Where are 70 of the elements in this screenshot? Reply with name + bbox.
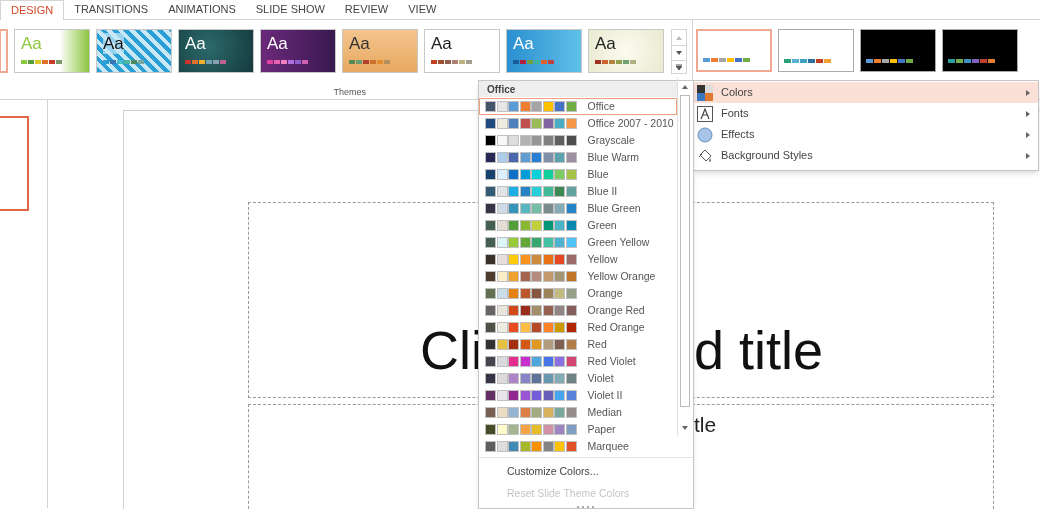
ribbon-tab[interactable]: SLIDE SHOW [245, 0, 335, 19]
theme-preview-text: Aa [267, 33, 288, 55]
color-scheme-item[interactable]: Orange Red [479, 302, 677, 319]
theme-thumbnail[interactable]: Aa [96, 29, 172, 73]
group-label: Themes [333, 85, 366, 99]
more-icon [676, 64, 683, 70]
color-scheme-item[interactable]: Violet II [479, 387, 677, 404]
title-text: d title [694, 323, 824, 377]
more-button[interactable] [672, 60, 687, 73]
theme-preview-text: Aa [431, 33, 452, 55]
submenu-arrow-icon [1026, 89, 1030, 96]
color-scheme-item[interactable]: Yellow Orange [479, 268, 677, 285]
color-scheme-item[interactable]: Paper [479, 421, 677, 438]
ribbon-tab[interactable]: VIEW [398, 0, 447, 19]
menu-command[interactable]: Customize Colors... [479, 461, 693, 483]
ribbon-tab[interactable]: DESIGN [0, 0, 65, 20]
scroll-down-icon[interactable] [682, 425, 688, 430]
color-scheme-item[interactable]: Blue [479, 166, 677, 183]
ribbon-tab[interactable]: REVIEW [334, 0, 399, 19]
theme-preview-text: Aa [513, 33, 534, 55]
theme-thumbnail[interactable]: Aa [342, 29, 418, 73]
theme-preview-text: Aa [595, 33, 616, 55]
theme-thumbnail[interactable]: Aa [260, 29, 336, 73]
ribbon-tab[interactable]: TRANSITIONS [64, 0, 159, 19]
theme-thumbnail[interactable]: Aa [178, 29, 254, 73]
color-scheme-item[interactable]: Green [479, 217, 677, 234]
color-scheme-item[interactable]: Orange [479, 285, 677, 302]
variant-thumbnail[interactable] [696, 29, 773, 72]
subtitle-text: tle [694, 412, 717, 438]
scroll-up-icon[interactable] [682, 84, 688, 89]
color-scheme-item[interactable]: Office 2007 - 2010 [479, 115, 677, 132]
circle-icon [697, 126, 713, 143]
caret-down-icon [676, 51, 683, 55]
theme-preview-text: Aa [349, 33, 370, 55]
color-scheme-item[interactable]: Blue II [479, 183, 677, 200]
scrollbar-thumb[interactable] [680, 95, 690, 407]
paint-bucket-icon [697, 147, 713, 164]
menu-item[interactable]: Colors [694, 82, 1038, 103]
color-scheme-item[interactable]: Grayscale [479, 132, 677, 149]
caret-up-icon [676, 35, 683, 40]
menu-item[interactable]: Effects [694, 124, 1038, 145]
color-scheme-item[interactable]: Marquee [479, 438, 677, 455]
resize-grip-icon[interactable] [577, 505, 595, 508]
submenu-arrow-icon [1026, 131, 1030, 138]
ribbon-tab[interactable]: ANIMATIONS [158, 0, 246, 19]
palette-icon [697, 84, 713, 101]
variant-thumbnail[interactable] [942, 29, 1019, 72]
theme-thumbnail[interactable] [0, 29, 8, 73]
theme-preview-text: Aa [21, 33, 42, 55]
theme-thumbnail[interactable]: Aa [588, 29, 664, 73]
font-icon [697, 105, 713, 122]
color-scheme-item[interactable]: Median [479, 404, 677, 421]
theme-preview-text: Aa [185, 33, 206, 55]
submenu-arrow-icon [1026, 152, 1030, 159]
slide-thumbnail[interactable] [0, 116, 29, 211]
theme-preview-text: Aa [103, 33, 124, 55]
color-scheme-item[interactable]: Green Yellow [479, 234, 677, 251]
variant-thumbnail[interactable] [778, 29, 855, 72]
color-scheme-item[interactable]: Blue Green [479, 200, 677, 217]
submenu-arrow-icon [1026, 110, 1030, 117]
color-scheme-item[interactable]: Office [479, 98, 677, 115]
variant-thumbnail[interactable] [860, 29, 937, 72]
section-header: Office [479, 81, 677, 97]
theme-thumbnail[interactable]: Aa [424, 29, 500, 73]
menu-item[interactable]: Background Styles [694, 145, 1038, 166]
color-scheme-item[interactable]: Yellow [479, 251, 677, 268]
menu-item[interactable]: Fonts [694, 103, 1038, 124]
color-scheme-item[interactable]: Blue Warm [479, 149, 677, 166]
menu-command: Reset Slide Theme Colors [506, 486, 631, 502]
scrollbar[interactable] [677, 78, 692, 436]
